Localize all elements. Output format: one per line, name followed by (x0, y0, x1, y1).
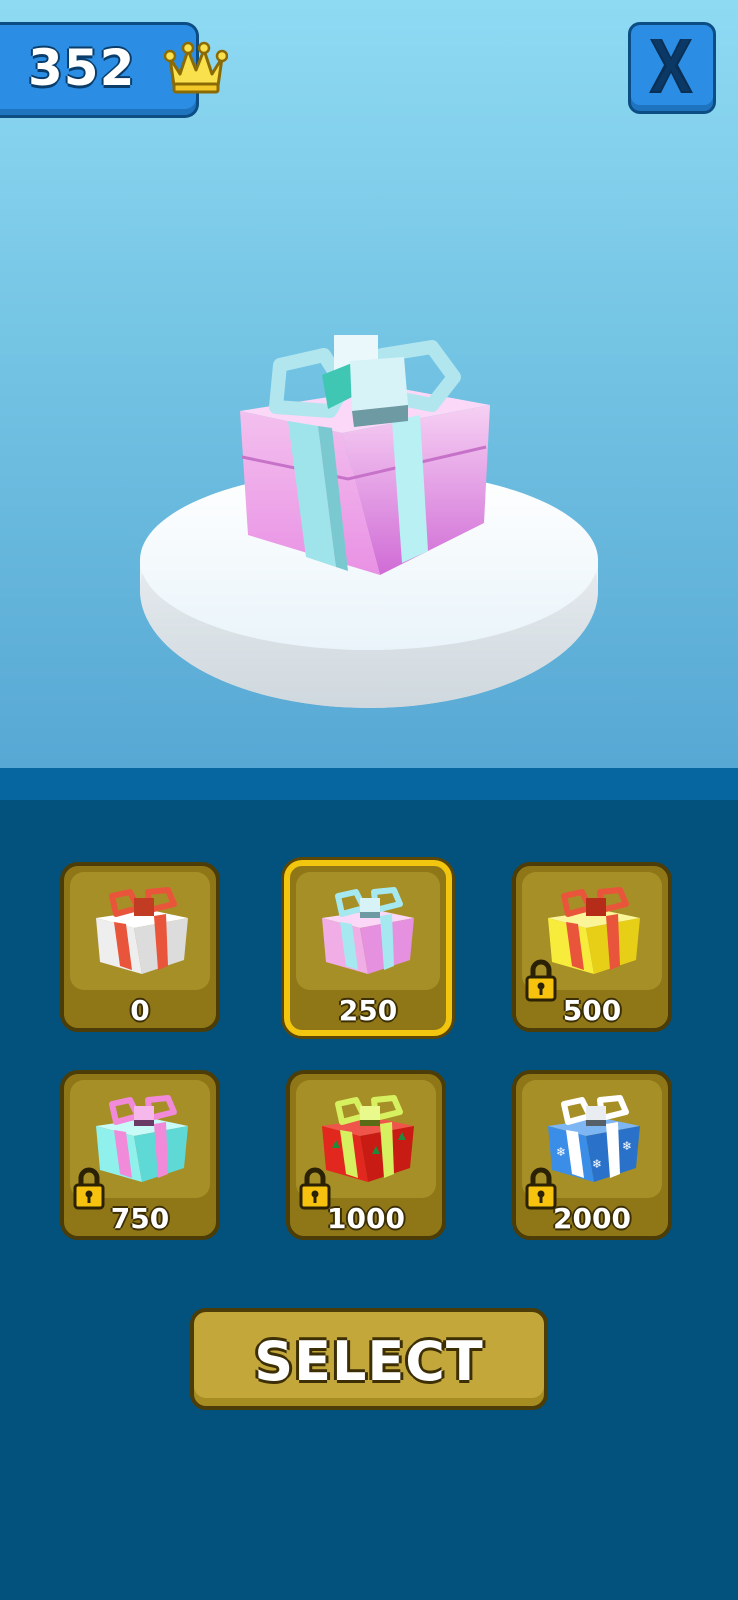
close-icon (649, 39, 693, 93)
coin-count: 352 (28, 39, 136, 97)
gift-tile-5[interactable]: 1000 (286, 1070, 446, 1240)
gift-tile-2[interactable]: 250 (284, 860, 452, 1036)
close-button[interactable] (628, 22, 716, 114)
divider-band (0, 768, 738, 800)
gift-tile-1[interactable]: 0 (60, 862, 220, 1032)
svg-text:❄: ❄ (622, 1139, 632, 1153)
crown-icon (164, 41, 228, 94)
gift-price: 0 (130, 994, 150, 1027)
gift-price: 2000 (553, 1202, 631, 1235)
svg-text:❄: ❄ (592, 1157, 602, 1171)
gift-icon (96, 887, 188, 974)
gift-price: 750 (110, 1202, 170, 1235)
gift-icon (240, 335, 490, 575)
gift-price: 500 (562, 994, 622, 1027)
gift-icon (322, 887, 414, 974)
gift-tile-4[interactable]: 750 (60, 1070, 220, 1240)
gift-tile-6[interactable]: ❄ ❄ ❄ 2000 (512, 1070, 672, 1240)
gift-price: 1000 (327, 1202, 405, 1235)
svg-text:❄: ❄ (556, 1145, 566, 1159)
gift-price: 250 (338, 994, 398, 1027)
gift-tile-3[interactable]: 500 (512, 862, 672, 1032)
select-button[interactable]: SELECT (190, 1308, 548, 1410)
select-button-label: SELECT (254, 1330, 484, 1393)
